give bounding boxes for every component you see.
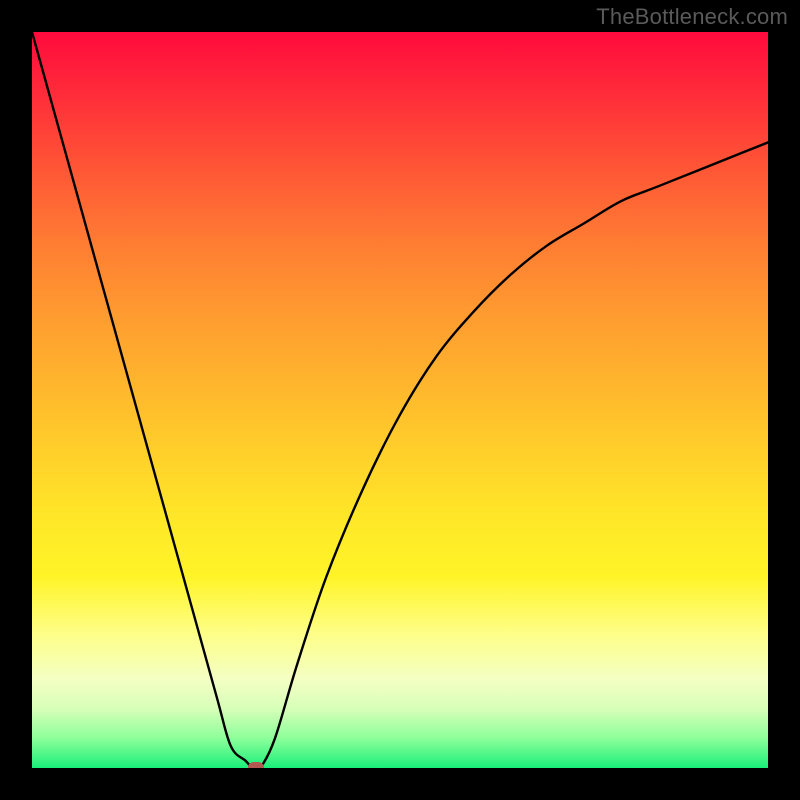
optimal-point-marker [248,762,264,768]
bottleneck-curve [32,32,768,768]
chart-frame: TheBottleneck.com [0,0,800,800]
plot-area [32,32,768,768]
watermark-text: TheBottleneck.com [596,4,788,30]
